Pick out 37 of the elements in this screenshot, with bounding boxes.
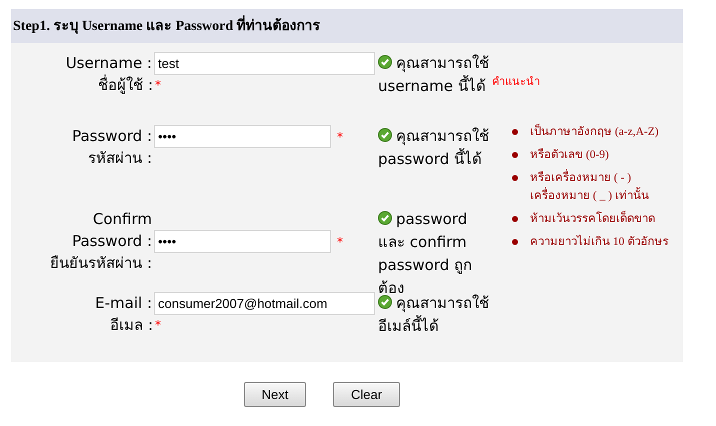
field-label: อีเมล : bbox=[110, 315, 153, 336]
hint-link[interactable]: คำแนะนำ bbox=[492, 74, 540, 90]
bullet-icon bbox=[512, 175, 518, 181]
bullet-icon bbox=[512, 216, 518, 222]
next-button[interactable]: Next bbox=[244, 382, 306, 407]
tip-text: หรือตัวเลข (0-9) bbox=[530, 147, 609, 163]
required-asterisk: * bbox=[155, 77, 161, 94]
clear-button[interactable]: Clear bbox=[333, 382, 400, 407]
required-asterisk: * bbox=[337, 234, 343, 250]
field-label: Confirm bbox=[92, 209, 152, 230]
password-field[interactable]: •••• bbox=[154, 125, 331, 148]
section-title: Step1. ระบุ Username และ Password ที่ท่านต้องการ bbox=[13, 16, 321, 36]
tip-text: เป็นภาษาอังกฤษ (a-z,A-Z) bbox=[530, 123, 659, 141]
required-asterisk: * bbox=[337, 128, 343, 146]
field-label: E-mail : bbox=[95, 293, 152, 314]
tip-text: ความยาวไม่เกิน 10 ตัวอักษร bbox=[530, 234, 668, 250]
validation-message: คุณสามารถใช้ password นี้ได้ bbox=[378, 126, 490, 170]
field-label: รหัสผ่าน : bbox=[88, 148, 152, 169]
checkmark-icon bbox=[378, 295, 392, 309]
password-field[interactable]: •••• bbox=[154, 230, 331, 253]
input-field[interactable]: consumer2007@hotmail.com bbox=[154, 292, 375, 315]
tip-text: หรือเครื่องหมาย ( - ) เครื่องหมาย ( _ ) เท่านั้น bbox=[530, 169, 683, 205]
checkmark-icon bbox=[378, 211, 392, 225]
required-asterisk: * bbox=[155, 317, 161, 334]
field-label: ชื่อผู้ใช้ : bbox=[98, 74, 153, 96]
field-label: ยืนยันรหัสผ่าน : bbox=[50, 253, 152, 274]
bullet-icon bbox=[512, 129, 518, 135]
input-field[interactable]: test bbox=[154, 52, 375, 75]
bullet-icon bbox=[512, 152, 518, 158]
tip-text: ห้ามเว้นวรรคโดยเด็ดขาด bbox=[530, 210, 655, 228]
checkmark-icon bbox=[378, 128, 392, 142]
bullet-icon bbox=[512, 239, 518, 245]
field-label: Password : bbox=[72, 231, 152, 252]
field-label: Username : bbox=[66, 53, 152, 74]
validation-message: คุณสามารถใช้ username นี้ได้ bbox=[378, 53, 490, 97]
checkmark-icon bbox=[378, 55, 392, 69]
field-label: Password : bbox=[72, 126, 152, 147]
